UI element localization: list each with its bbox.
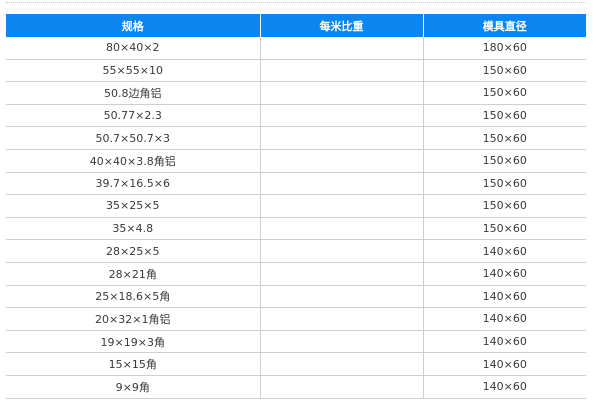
cell-weight-per-meter <box>260 104 424 128</box>
cell-spec: 35×4.8 <box>6 217 261 241</box>
cell-die-diameter: 150×60 <box>423 194 586 218</box>
cell-weight-per-meter <box>260 37 424 60</box>
table-row: 80×40×2 180×60 <box>6 37 586 60</box>
cell-die-diameter: 150×60 <box>423 59 586 83</box>
cell-spec: 19×19×3角 <box>6 330 261 354</box>
cell-spec: 28×21角 <box>6 262 261 286</box>
cell-die-diameter: 140×60 <box>423 285 586 309</box>
cell-weight-per-meter <box>260 330 424 354</box>
cell-die-diameter: 150×60 <box>423 217 586 241</box>
cell-die-diameter: 140×60 <box>423 375 586 399</box>
cell-die-diameter: 140×60 <box>423 352 586 376</box>
cell-weight-per-meter <box>260 285 424 309</box>
table-row: 19×19×3角 140×60 <box>6 330 586 354</box>
cell-spec: 20×32×1角铝 <box>6 307 261 331</box>
cell-weight-per-meter <box>260 307 424 331</box>
cell-weight-per-meter <box>260 172 424 196</box>
table-header-row: 规格 每米比重 模具直径 <box>6 14 586 37</box>
cell-weight-per-meter <box>260 217 424 241</box>
cell-spec: 50.77×2.3 <box>6 104 261 128</box>
table-row: 20×32×1角铝 140×60 <box>6 307 586 331</box>
table-row: 9×9角 140×60 <box>6 375 586 399</box>
table-row: 35×4.8 150×60 <box>6 217 586 241</box>
table-row: 55×55×10 150×60 <box>6 59 586 83</box>
cell-spec: 9×9角 <box>6 375 261 399</box>
table-body: 80×40×2 180×60 55×55×10 150×60 50.8边角铝 150×60… <box>6 37 586 399</box>
cell-spec: 55×55×10 <box>6 59 261 83</box>
table-row: 50.7×50.7×3 150×60 <box>6 126 586 150</box>
cell-weight-per-meter <box>260 149 424 173</box>
table-row: 15×15角 140×60 <box>6 352 586 376</box>
cell-die-diameter: 150×60 <box>423 149 586 173</box>
cell-die-diameter: 150×60 <box>423 126 586 150</box>
table-row: 28×25×5 140×60 <box>6 239 586 263</box>
cell-weight-per-meter <box>260 262 424 286</box>
cell-die-diameter: 140×60 <box>423 262 586 286</box>
table-row: 50.77×2.3 150×60 <box>6 104 586 128</box>
cell-weight-per-meter <box>260 81 424 105</box>
table-row: 28×21角 140×60 <box>6 262 586 286</box>
cell-weight-per-meter <box>260 126 424 150</box>
cell-die-diameter: 150×60 <box>423 81 586 105</box>
cell-weight-per-meter <box>260 375 424 399</box>
cell-spec: 25×18.6×5角 <box>6 285 261 309</box>
cell-die-diameter: 150×60 <box>423 104 586 128</box>
cell-weight-per-meter <box>260 239 424 263</box>
header-spec: 规格 <box>6 14 261 37</box>
cell-spec: 35×25×5 <box>6 194 261 218</box>
cell-spec: 15×15角 <box>6 352 261 376</box>
cell-die-diameter: 150×60 <box>423 172 586 196</box>
cell-weight-per-meter <box>260 194 424 218</box>
cell-die-diameter: 140×60 <box>423 330 586 354</box>
cell-die-diameter: 140×60 <box>423 307 586 331</box>
table-row: 40×40×3.8角铝 150×60 <box>6 149 586 173</box>
cell-die-diameter: 140×60 <box>423 239 586 263</box>
cell-spec: 50.8边角铝 <box>6 81 261 105</box>
cell-spec: 39.7×16.5×6 <box>6 172 261 196</box>
cell-spec: 40×40×3.8角铝 <box>6 149 261 173</box>
cell-spec: 50.7×50.7×3 <box>6 126 261 150</box>
page: 规格 每米比重 模具直径 80×40×2 180×60 55×55×10 150×60… <box>0 0 600 400</box>
cell-spec: 80×40×2 <box>6 37 261 60</box>
spec-table: 规格 每米比重 模具直径 80×40×2 180×60 55×55×10 150×60… <box>6 14 586 399</box>
cell-weight-per-meter <box>260 352 424 376</box>
header-die-diameter: 模具直径 <box>423 14 586 37</box>
table-row: 25×18.6×5角 140×60 <box>6 285 586 309</box>
table-row: 50.8边角铝 150×60 <box>6 81 586 105</box>
cell-spec: 28×25×5 <box>6 239 261 263</box>
header-weight-per-meter: 每米比重 <box>260 14 424 37</box>
table-row: 35×25×5 150×60 <box>6 194 586 218</box>
table-row: 39.7×16.5×6 150×60 <box>6 172 586 196</box>
cell-die-diameter: 180×60 <box>423 37 586 60</box>
cell-weight-per-meter <box>260 59 424 83</box>
top-divider <box>6 2 586 3</box>
